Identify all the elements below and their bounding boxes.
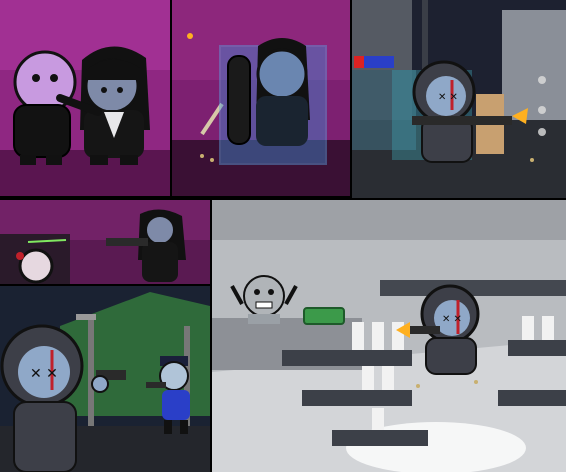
street-scene: ✕ ✕ — [352, 0, 566, 198]
svg-text:✕ ✕: ✕ ✕ — [442, 314, 462, 325]
shelf-row — [332, 430, 428, 446]
shell-casing — [200, 154, 204, 158]
lamp-post — [88, 316, 94, 426]
pistol — [146, 382, 166, 388]
bald-enemy — [13, 50, 77, 165]
hallway-scene — [0, 200, 210, 284]
night-scene: ✕ ✕ — [0, 286, 210, 472]
shotgun — [412, 116, 512, 125]
panel-street-shotgun: ✕ ✕ — [352, 0, 566, 198]
blood-splat — [16, 252, 24, 260]
pistol — [410, 326, 440, 334]
panel-nightclub-melee — [0, 0, 170, 196]
nightclub-scene — [0, 0, 170, 196]
shelf-row — [302, 390, 412, 406]
upper-shelf — [380, 280, 566, 296]
panel-store-robbery: ✕ ✕ — [212, 200, 566, 472]
panel-riot-shield — [172, 0, 350, 196]
shell-casing — [530, 158, 534, 162]
street-pole — [422, 0, 428, 70]
svg-text:✕ ✕: ✕ ✕ — [30, 366, 58, 382]
panel-hallway-gunman — [0, 200, 210, 284]
svg-text:✕ ✕: ✕ ✕ — [438, 92, 458, 103]
riot-shield — [227, 55, 251, 145]
store-ceiling — [212, 200, 566, 240]
downed-enemy — [18, 248, 54, 284]
spark-effect — [187, 33, 193, 39]
smoke-puff — [538, 76, 546, 84]
shelf-row — [282, 350, 412, 366]
building-right — [502, 10, 566, 120]
riot-shield-scene — [172, 0, 350, 196]
store-scene: ✕ ✕ — [212, 200, 566, 472]
police-light-blue — [364, 56, 394, 68]
shell-casing — [416, 384, 420, 388]
pistol — [106, 238, 148, 246]
panel-police-standoff: ✕ ✕ — [0, 286, 210, 472]
shelf-row-right — [508, 340, 566, 356]
cash-stack — [303, 307, 345, 325]
